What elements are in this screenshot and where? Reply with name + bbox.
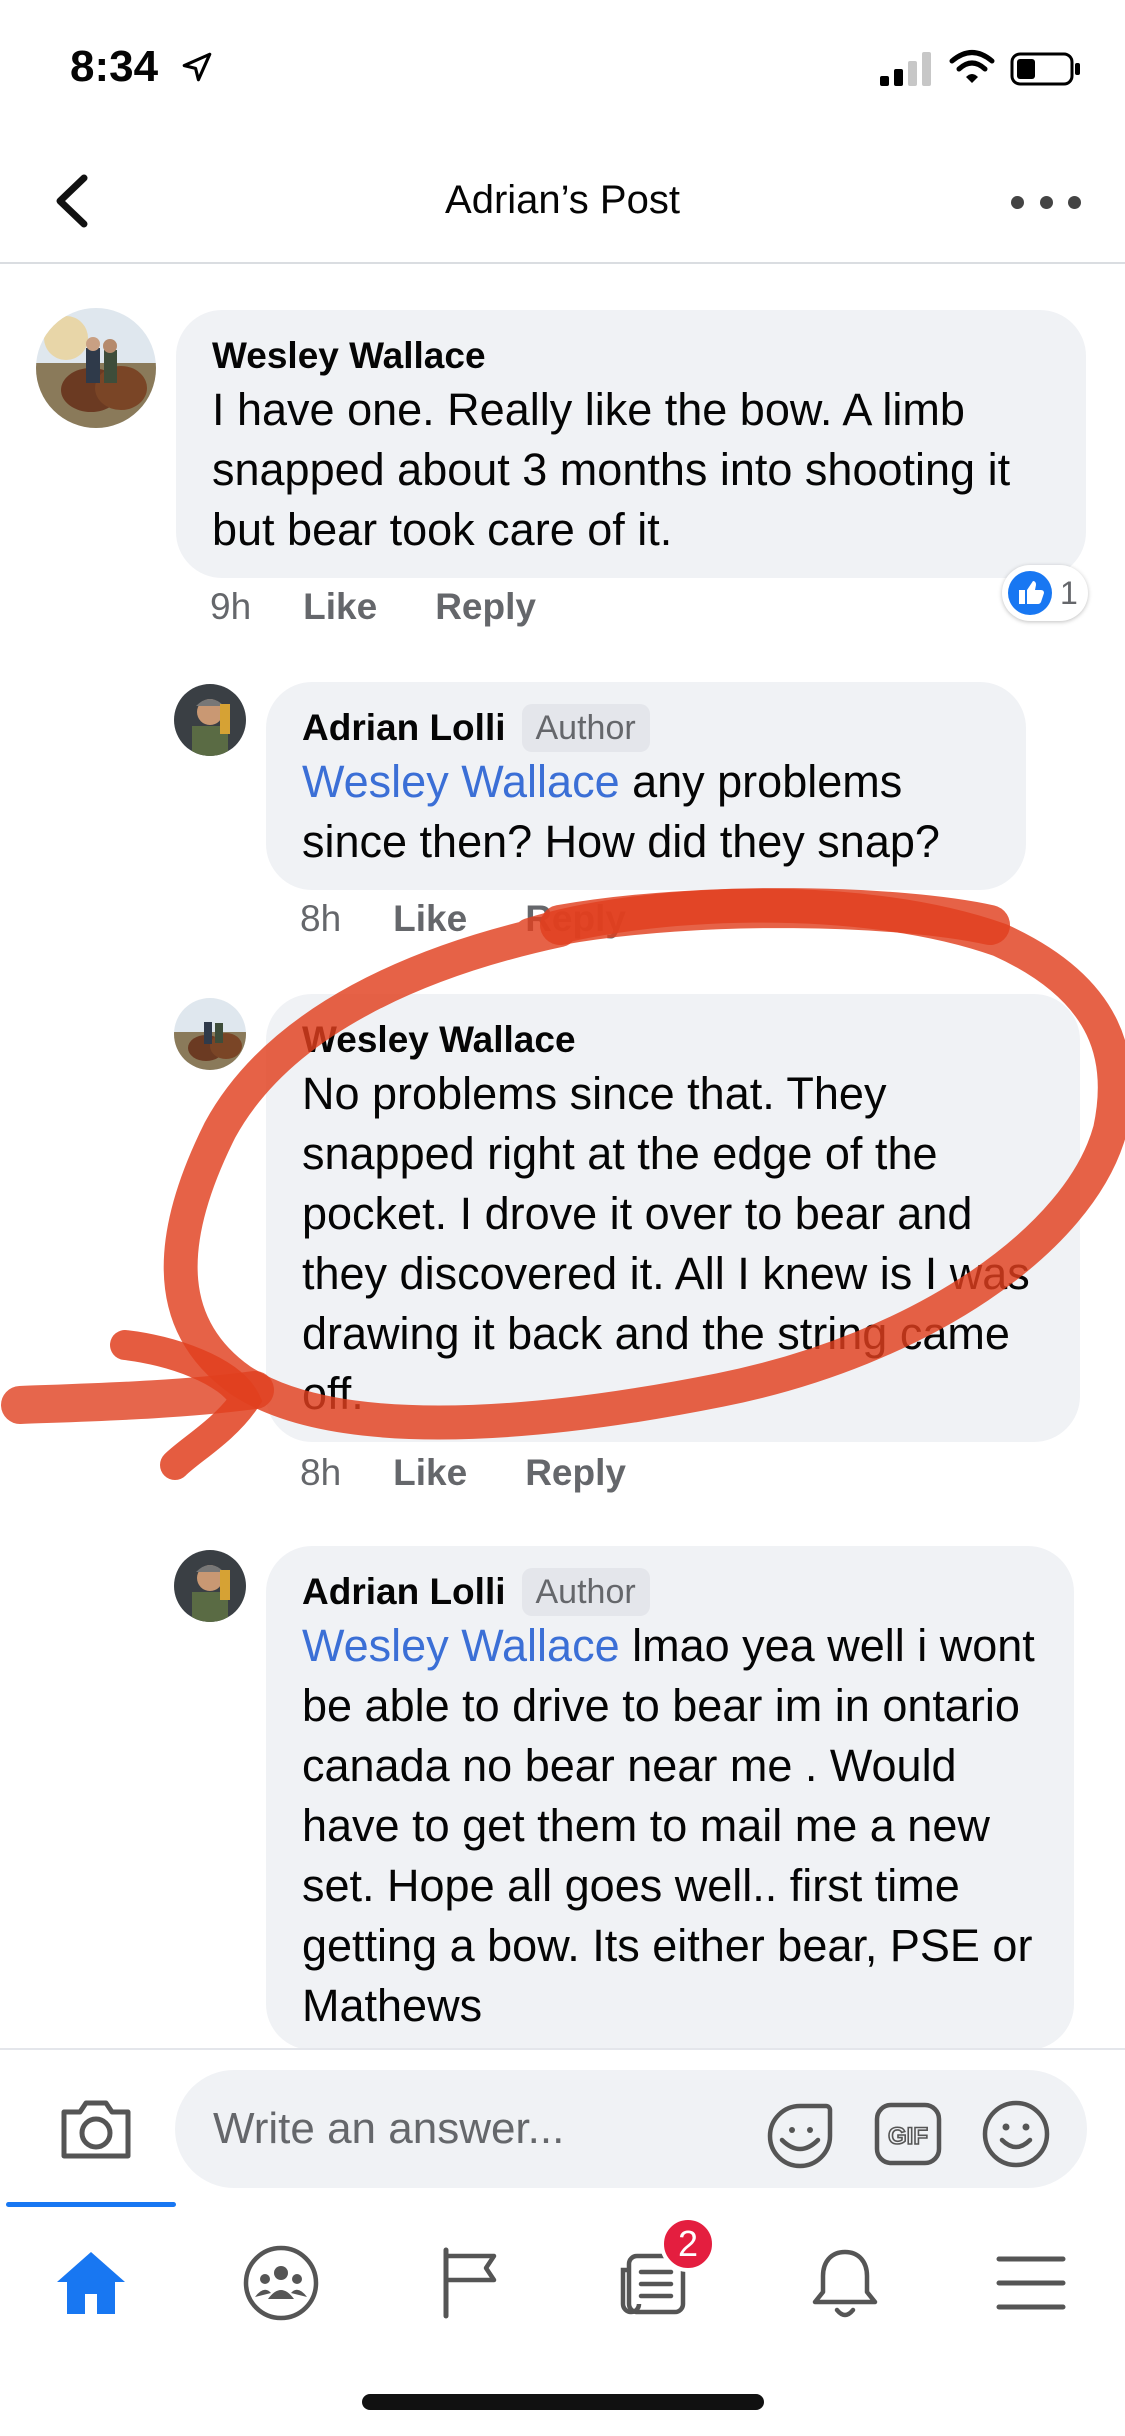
groups-icon [243,2245,319,2321]
comment-text: Wesley Wallace any problems since then? … [302,756,940,867]
flag-icon [443,2247,497,2319]
home-indicator [362,2394,764,2410]
location-arrow-icon [182,52,212,82]
status-time: 8:34 [70,42,159,91]
sticker-icon[interactable] [764,2100,836,2172]
comment-time: 8h [300,1452,342,1493]
comment-time: 9h [210,586,252,627]
emoji-icon[interactable] [980,2098,1052,2170]
status-bar: 8:34 [0,0,1125,140]
like-reaction-icon [1008,571,1052,615]
tab-groups[interactable] [236,2238,326,2328]
bell-icon [812,2249,878,2318]
tab-pages[interactable] [426,2238,516,2328]
comment-actions: 9h Like Reply [210,586,594,628]
answer-composer: GIF [0,2048,1125,2198]
reaction-count: 1 [1060,574,1078,611]
dot-icon [1068,195,1081,209]
avatar[interactable] [174,998,246,1070]
comment-author[interactable]: Adrian Lolli Author [302,1568,1038,1616]
comment-bubble[interactable]: Wesley Wallace No problems since that. T… [266,994,1080,1442]
reply-button[interactable]: Reply [525,898,626,940]
tab-notifications[interactable] [800,2238,890,2328]
notification-count-badge: 2 [660,2216,716,2272]
comment-bubble[interactable]: Wesley Wallace I have one. Really like t… [176,310,1086,578]
reply-button[interactable]: Reply [525,1452,626,1494]
camera-icon[interactable] [58,2096,134,2162]
page-title: Adrian’s Post [445,178,680,222]
gif-label: GIF [888,2123,928,2150]
comment-text: Wesley Wallace lmao yea well i wont be a… [302,1620,1035,2031]
dot-icon [1011,195,1024,209]
comment-actions: 8h Like Reply [300,1452,684,1494]
avatar[interactable] [174,1550,246,1622]
tab-home[interactable] [46,2238,136,2328]
comment-actions: 8h Like Reply [300,898,684,940]
comment-text: No problems since that. They snapped rig… [302,1068,1030,1419]
comment-time: 8h [300,898,342,939]
battery-icon [1010,52,1080,86]
comment-bubble[interactable]: Adrian Lolli Author Wesley Wallace lmao … [266,1546,1074,2050]
more-options-button[interactable] [1011,182,1081,222]
author-badge: Author [521,704,650,752]
reaction-summary[interactable]: 1 [1002,565,1088,621]
like-button[interactable]: Like [303,586,377,628]
comment-text: I have one. Really like the bow. A limb … [212,384,1011,555]
comment-bubble[interactable]: Adrian Lolli Author Wesley Wallace any p… [266,682,1026,890]
mention-link[interactable]: Wesley Wallace [302,756,620,807]
like-button[interactable]: Like [393,1452,467,1494]
answer-input[interactable] [175,2070,1087,2188]
comment-author[interactable]: Wesley Wallace [212,332,1050,380]
home-icon [57,2252,125,2314]
tab-menu[interactable] [986,2238,1076,2328]
comment-author[interactable]: Adrian Lolli Author [302,704,990,752]
gif-icon[interactable]: GIF [874,2102,942,2166]
nav-bar: Adrian’s Post [0,140,1125,264]
active-tab-indicator [6,2202,176,2207]
avatar[interactable] [36,308,156,428]
signal-icon [880,52,931,86]
like-button[interactable]: Like [393,898,467,940]
comment-author[interactable]: Wesley Wallace [302,1016,1044,1064]
mention-link[interactable]: Wesley Wallace [302,1620,620,1671]
reply-button[interactable]: Reply [435,586,536,628]
dot-icon [1039,195,1053,209]
avatar[interactable] [174,684,246,756]
menu-icon [996,2256,1066,2310]
wifi-icon [949,50,995,83]
author-badge: Author [521,1568,650,1616]
